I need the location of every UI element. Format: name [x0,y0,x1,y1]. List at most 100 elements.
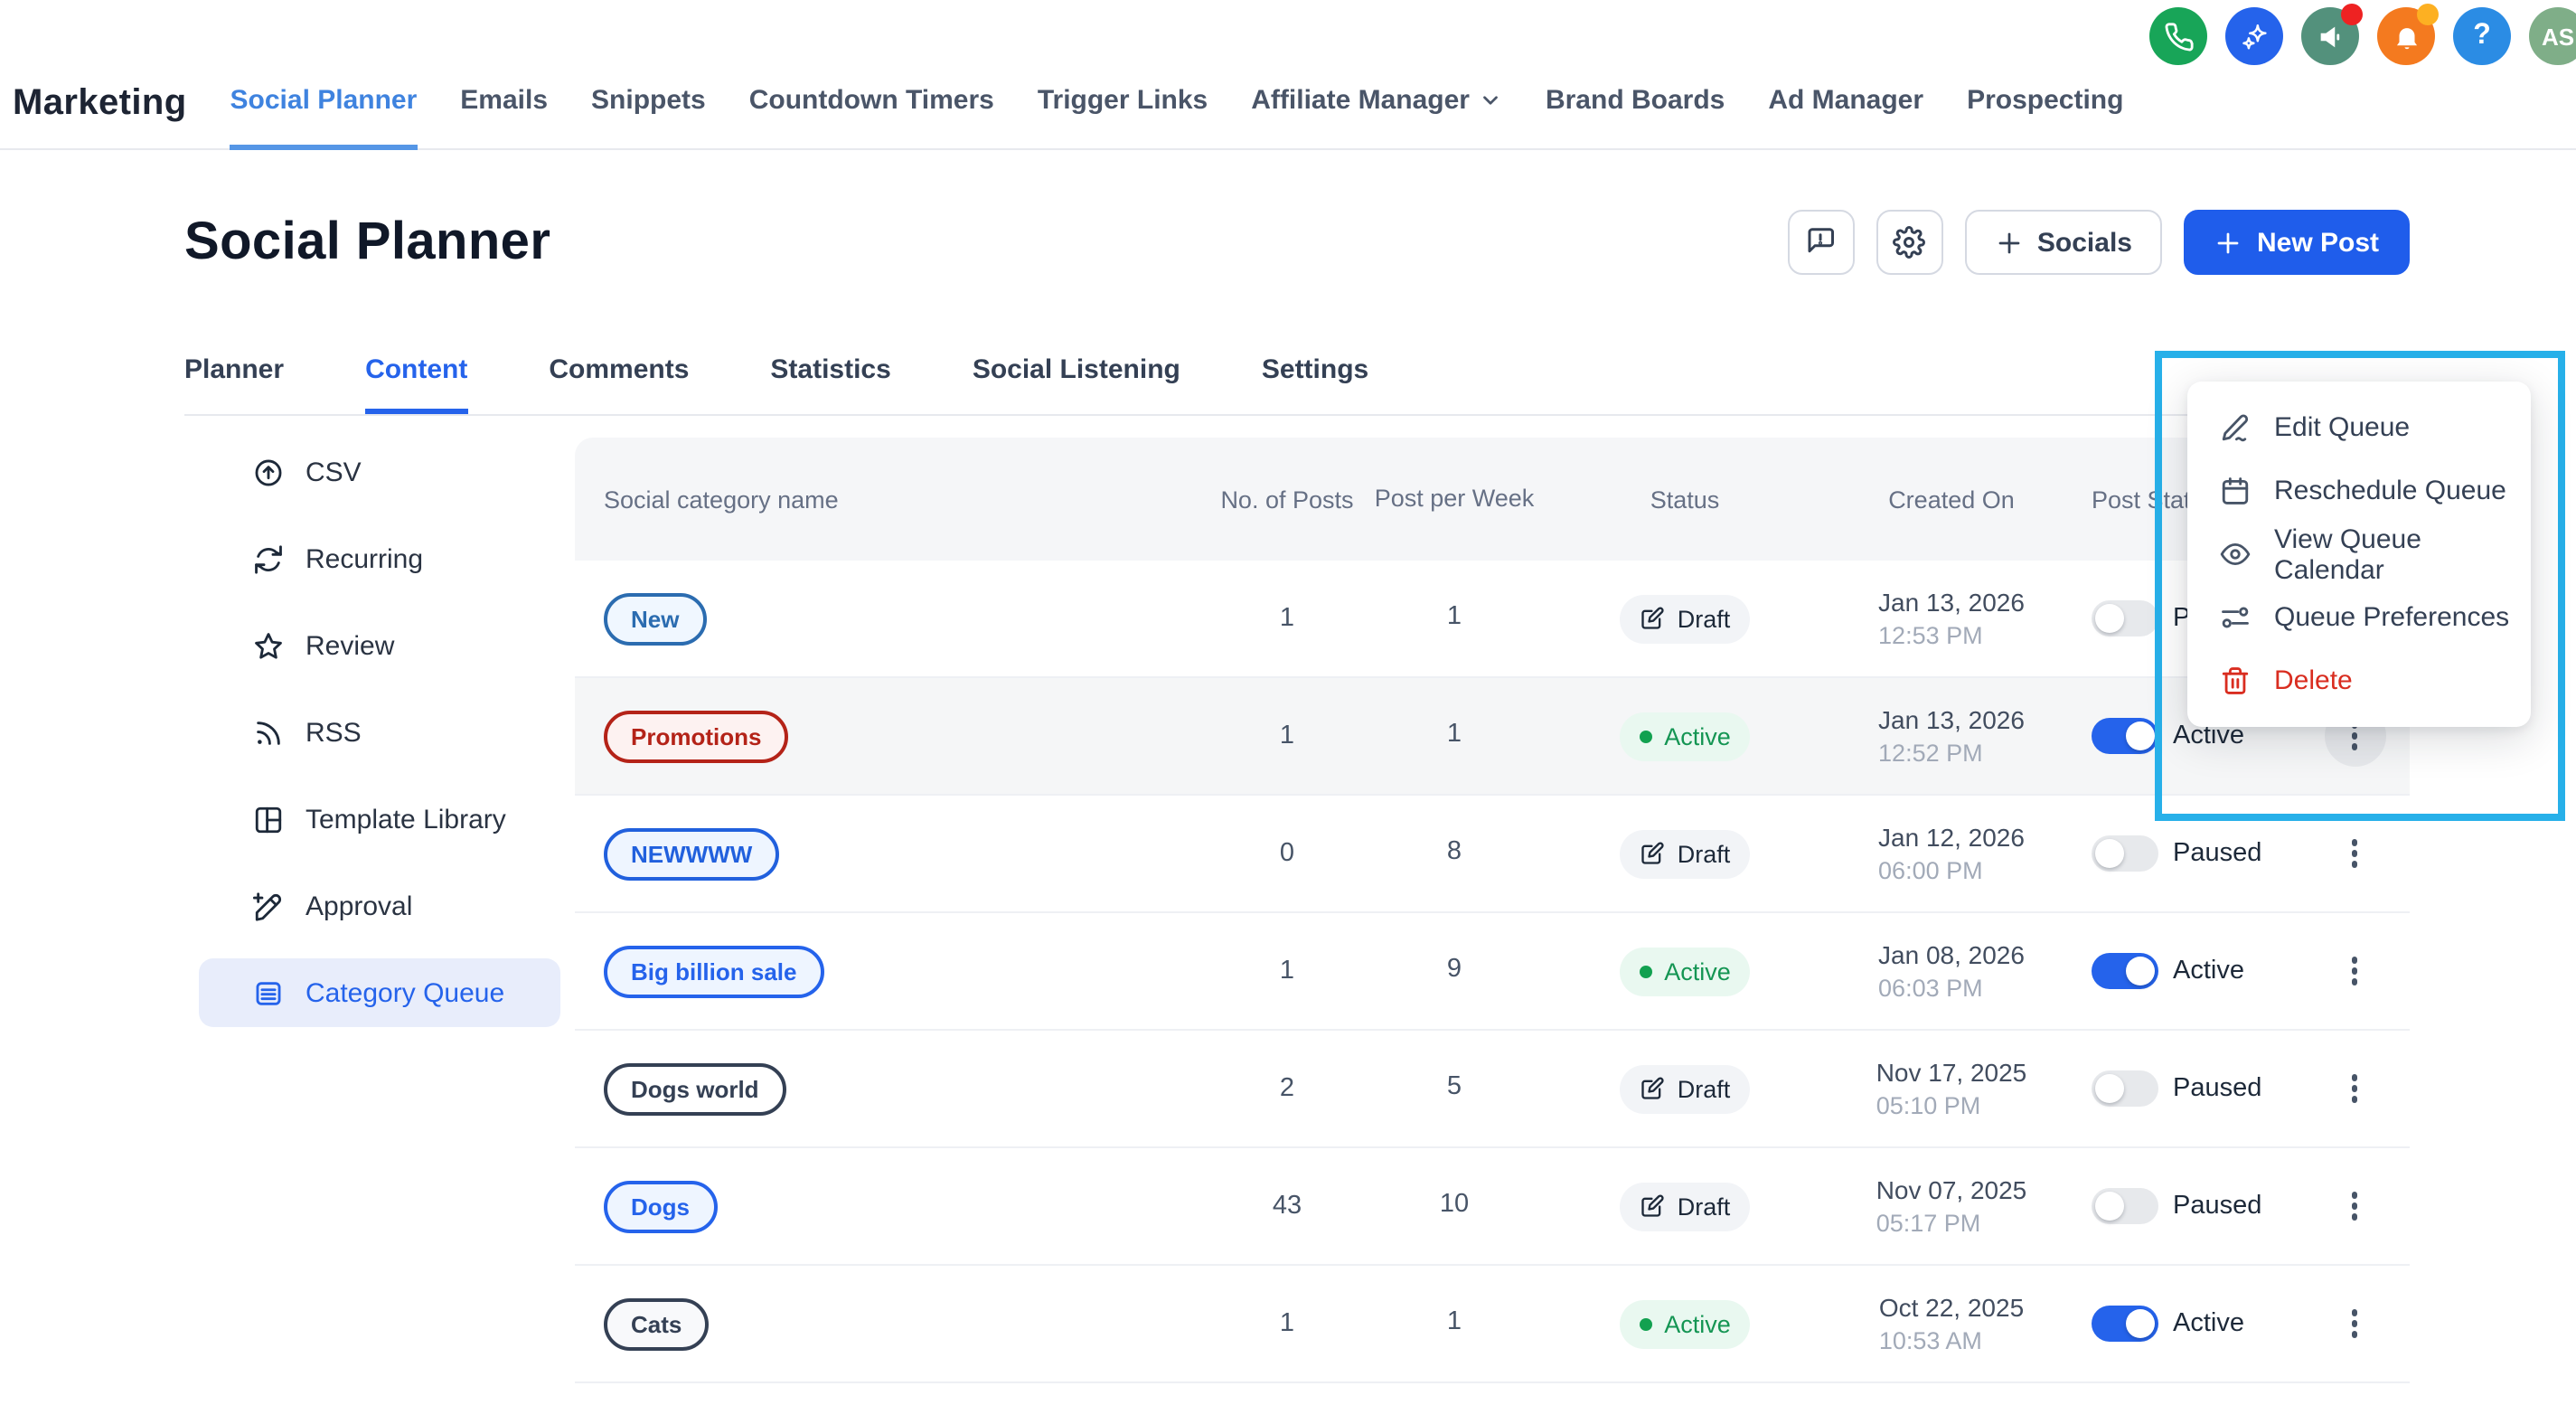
post-per-week-value: 1 [1368,600,1540,636]
sidebar-item-recurring[interactable]: Recurring [199,524,560,593]
nav-item-affiliate-manager[interactable]: Affiliate Manager [1251,85,1502,150]
created-time: 06:03 PM [1878,975,2025,1002]
created-date: Nov 07, 2025 [1876,1175,2027,1204]
post-status-toggle[interactable] [2092,600,2158,636]
nav-item-countdown-timers[interactable]: Countdown Timers [749,85,994,150]
draft-status-badge: Draft [1620,829,1751,878]
phone-icon[interactable] [2149,7,2207,65]
post-status-toggle[interactable] [2092,835,2158,872]
nav-item-ad-manager[interactable]: Ad Manager [1768,85,1923,150]
category-pill[interactable]: NEWWWW [604,827,779,880]
main-area: CSV Recurring Review RSS Template Librar… [184,438,2410,1383]
help-icon[interactable]: ? [2453,7,2511,65]
category-pill[interactable]: Dogs world [604,1062,786,1115]
tab-content[interactable]: Content [365,354,467,414]
pencil-square-icon [1640,841,1665,866]
nav-item-brand-boards[interactable]: Brand Boards [1546,85,1725,150]
page-title: Social Planner [184,212,550,272]
toggle-knob [2095,604,2124,633]
post-per-week-value: 1 [1368,1306,1540,1341]
settings-button[interactable] [1876,210,1943,275]
col-post-per-week: Post per Week [1368,483,1540,515]
sidebar-item-approval[interactable]: Approval [199,872,560,940]
no-of-posts-value: 1 [1206,957,1368,985]
col-no-of-posts: No. of Posts [1206,486,1368,513]
star-icon [253,630,284,661]
col-created-on: Created On [1829,486,2073,513]
created-date: Jan 13, 2026 [1878,705,2025,734]
active-dot-icon [1639,1317,1651,1330]
row-menu-button[interactable] [2345,950,2365,993]
category-pill[interactable]: Big billion sale [604,945,824,997]
post-status-label: Paused [2173,839,2261,868]
draft-status-badge: Draft [1620,1064,1751,1113]
trash-icon [2220,665,2251,696]
no-of-posts-value: 1 [1206,1309,1368,1338]
eye-icon [2220,539,2251,570]
post-per-week-value: 5 [1368,1070,1540,1106]
sidebar-item-csv[interactable]: CSV [199,438,560,506]
table-row: New 1 1 Draft Jan 13, 2026 12:53 PM Paus… [575,561,2410,678]
row-menu-button[interactable] [2345,1068,2365,1110]
topbar-icon-group: ? AS [2149,7,2576,65]
sliders-icon [2220,602,2251,633]
post-per-week-value: 10 [1368,1188,1540,1223]
bell-icon[interactable] [2377,7,2435,65]
created-time: 12:53 PM [1878,622,2025,649]
pencil-square-icon [1640,1193,1665,1219]
top-nav: Marketing Social Planner Emails Snippets… [13,83,2123,150]
sidebar-item-rss[interactable]: RSS [199,698,560,767]
table-body: New 1 1 Draft Jan 13, 2026 12:53 PM Paus… [575,561,2410,1383]
menu-item-queue-preferences[interactable]: Queue Preferences [2187,586,2531,649]
created-date: Jan 12, 2026 [1878,823,2025,852]
gear-icon [1894,226,1926,259]
nav-item-snippets[interactable]: Snippets [591,85,706,150]
new-post-button[interactable]: New Post [2185,210,2410,275]
megaphone-icon[interactable] [2301,7,2359,65]
post-status-toggle[interactable] [2092,953,2158,989]
post-status-toggle[interactable] [2092,1070,2158,1107]
created-date: Jan 08, 2026 [1878,940,2025,969]
feedback-button[interactable] [1788,210,1855,275]
created-time: 05:10 PM [1876,1092,2027,1119]
sidebar-item-review[interactable]: Review [199,611,560,680]
menu-item-view-queue-calendar[interactable]: View Queue Calendar [2187,523,2531,586]
nav-item-trigger-links[interactable]: Trigger Links [1038,85,1208,150]
megaphone-badge [2341,4,2363,25]
active-status-badge: Active [1619,1299,1751,1348]
nav-item-social-planner[interactable]: Social Planner [230,85,418,150]
menu-item-delete[interactable]: Delete [2187,649,2531,712]
tab-planner[interactable]: Planner [184,354,284,414]
category-pill[interactable]: New [604,592,706,645]
table-row: Dogs world 2 5 Draft Nov 17, 2025 05:10 … [575,1031,2410,1148]
tab-statistics[interactable]: Statistics [770,354,890,414]
avatar[interactable]: AS [2529,7,2576,65]
category-pill[interactable]: Cats [604,1297,709,1350]
post-status-toggle[interactable] [2092,718,2158,754]
tab-settings[interactable]: Settings [1262,354,1368,414]
post-status-toggle[interactable] [2092,1306,2158,1342]
table-row: Big billion sale 1 9 Active Jan 08, 2026… [575,913,2410,1031]
nav-item-prospecting[interactable]: Prospecting [1967,85,2123,150]
post-status-toggle[interactable] [2092,1188,2158,1224]
menu-item-reschedule-queue[interactable]: Reschedule Queue [2187,459,2531,523]
socials-button[interactable]: Socials [1965,210,2163,275]
bell-badge [2417,4,2439,25]
sidebar-item-template-library[interactable]: Template Library [199,785,560,853]
row-menu-button[interactable] [2345,1303,2365,1345]
tab-social-listening[interactable]: Social Listening [973,354,1180,414]
category-queue-table: Social category name No. of Posts Post p… [575,438,2410,1383]
row-menu-button[interactable] [2345,1185,2365,1228]
nav-item-emails[interactable]: Emails [460,85,548,150]
rss-icon [253,717,284,748]
toggle-knob [2095,839,2124,868]
sidebar-item-category-queue[interactable]: Category Queue [199,958,560,1027]
row-menu-button[interactable] [2345,833,2365,875]
pen-icon [2220,412,2251,443]
category-pill[interactable]: Promotions [604,710,788,762]
menu-item-edit-queue[interactable]: Edit Queue [2187,396,2531,459]
content-sidebar: CSV Recurring Review RSS Template Librar… [184,438,575,1383]
sparkles-icon[interactable] [2225,7,2283,65]
category-pill[interactable]: Dogs [604,1180,717,1232]
tab-comments[interactable]: Comments [549,354,689,414]
